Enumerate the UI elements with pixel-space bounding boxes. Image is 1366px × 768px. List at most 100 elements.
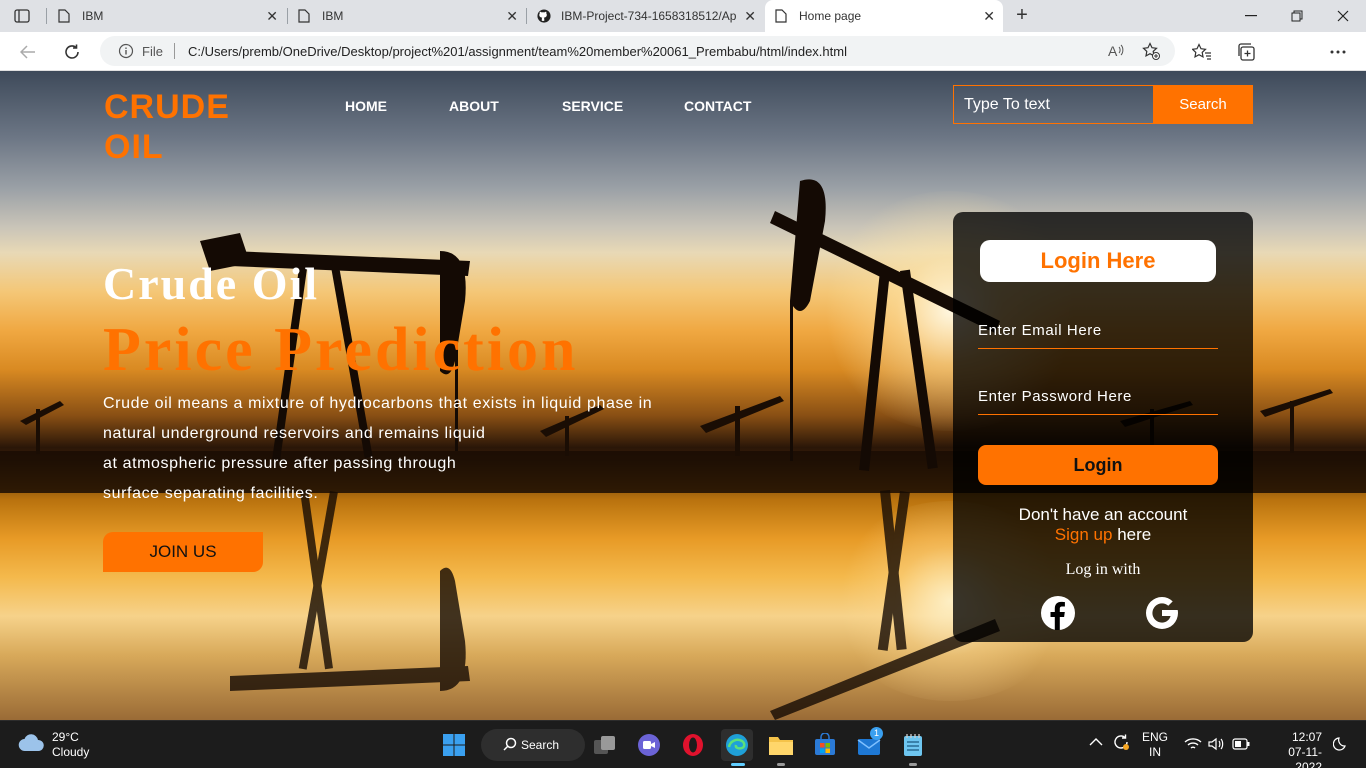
restore-icon[interactable] bbox=[1274, 0, 1320, 32]
update-icon[interactable] bbox=[1112, 733, 1130, 754]
favorites-icon[interactable] bbox=[1191, 41, 1213, 63]
description-line: Crude oil means a mixture of hydrocarbon… bbox=[103, 395, 653, 412]
notepad-icon[interactable] bbox=[897, 729, 929, 761]
facebook-icon[interactable] bbox=[1040, 595, 1076, 631]
store-icon[interactable] bbox=[809, 729, 841, 761]
search-button[interactable]: Search bbox=[1153, 85, 1253, 124]
logo-line-2: OIL bbox=[104, 128, 164, 166]
close-tab-icon[interactable]: ✕ bbox=[744, 9, 756, 23]
language-indicator[interactable]: ENG IN bbox=[1142, 730, 1168, 760]
add-favorite-icon[interactable] bbox=[1142, 42, 1160, 60]
hero-description: Crude oil means a mixture of hydrocarbon… bbox=[103, 389, 652, 509]
close-tab-icon[interactable]: ✕ bbox=[506, 9, 518, 23]
opera-icon[interactable] bbox=[677, 729, 709, 761]
temperature: 29°C bbox=[52, 730, 79, 744]
google-icon[interactable] bbox=[1144, 595, 1180, 631]
read-aloud-icon[interactable]: A bbox=[1107, 42, 1125, 60]
address-scheme: File bbox=[142, 44, 163, 59]
tab-title: IBM bbox=[322, 9, 344, 23]
mail-badge: 1 bbox=[870, 727, 883, 740]
login-heading: Login Here bbox=[980, 240, 1216, 282]
weather-widget[interactable]: 29°C Cloudy bbox=[18, 730, 89, 760]
tab-separator bbox=[46, 8, 47, 24]
minimize-icon[interactable] bbox=[1228, 0, 1274, 32]
region-code: IN bbox=[1149, 745, 1161, 759]
signup-link[interactable]: Sign up bbox=[1055, 525, 1113, 544]
language-code: ENG bbox=[1142, 730, 1169, 744]
clock[interactable]: 12:07 07-11-2022 bbox=[1264, 730, 1322, 768]
join-us-button[interactable]: JOIN US bbox=[103, 532, 263, 572]
email-field[interactable] bbox=[978, 313, 1218, 349]
signup-prompt: Don't have an account Sign up here bbox=[953, 505, 1253, 545]
page-icon bbox=[298, 8, 312, 24]
search-label: Search bbox=[521, 738, 560, 752]
chat-icon[interactable] bbox=[633, 729, 665, 761]
no-account-text: Don't have an account bbox=[1018, 505, 1188, 524]
edge-icon[interactable] bbox=[721, 729, 753, 761]
logo-line-1: CRUDE bbox=[104, 88, 230, 126]
running-indicator bbox=[909, 763, 917, 766]
refresh-icon[interactable] bbox=[60, 40, 84, 64]
search-input[interactable] bbox=[953, 85, 1154, 124]
running-indicator bbox=[777, 763, 785, 766]
back-icon[interactable] bbox=[16, 40, 40, 64]
search-icon bbox=[503, 737, 517, 754]
notification-icon[interactable] bbox=[1332, 736, 1347, 755]
close-tab-icon[interactable]: ✕ bbox=[266, 9, 278, 23]
browser-toolbar: File C:/Users/premb/OneDrive/Desktop/pro… bbox=[0, 32, 1366, 96]
date: 07-11-2022 bbox=[1288, 745, 1322, 768]
address-bar[interactable]: File C:/Users/premb/OneDrive/Desktop/pro… bbox=[100, 36, 1175, 66]
description-line: natural underground reservoirs and remai… bbox=[103, 425, 486, 442]
tab-title: Home page bbox=[799, 9, 862, 23]
browser-tab[interactable]: IBM ✕ bbox=[48, 0, 286, 32]
file-explorer-icon[interactable] bbox=[765, 729, 797, 761]
url-text[interactable]: C:/Users/premb/OneDrive/Desktop/project%… bbox=[188, 44, 847, 59]
hero-title: Crude Oil bbox=[103, 258, 320, 309]
tab-actions-icon[interactable] bbox=[10, 6, 34, 26]
battery-icon[interactable] bbox=[1232, 738, 1250, 753]
browser-tab[interactable]: IBM ✕ bbox=[288, 0, 526, 32]
browser-tab-active[interactable]: Home page ✕ bbox=[765, 0, 1003, 32]
start-icon[interactable] bbox=[438, 729, 470, 761]
page-background: CRUDE OIL HOME ABOUT SERVICE CONTACT Sea… bbox=[0, 71, 1366, 720]
description-line: at atmospheric pressure after passing th… bbox=[103, 455, 457, 472]
hero-subtitle: Price Prediction bbox=[103, 316, 579, 384]
nav-home[interactable]: HOME bbox=[345, 98, 449, 114]
collections-icon[interactable] bbox=[1235, 41, 1257, 63]
mail-icon[interactable]: 1 bbox=[853, 727, 885, 761]
address-separator bbox=[174, 43, 175, 59]
cloud-icon bbox=[18, 733, 44, 757]
time: 12:07 bbox=[1291, 730, 1322, 744]
wifi-icon[interactable] bbox=[1184, 737, 1202, 754]
taskbar-search[interactable]: Search bbox=[481, 729, 585, 761]
browser-tab-bar: IBM ✕ IBM ✕ IBM-Project-734-1658318512/A… bbox=[0, 0, 1366, 32]
nav-contact[interactable]: CONTACT bbox=[684, 98, 764, 114]
more-options-icon[interactable] bbox=[1327, 41, 1349, 63]
close-tab-icon[interactable]: ✕ bbox=[983, 9, 995, 23]
login-with-label: Log in with bbox=[1065, 561, 1141, 578]
volume-icon[interactable] bbox=[1208, 737, 1224, 754]
page-icon bbox=[775, 8, 789, 24]
weather-condition: Cloudy bbox=[52, 745, 90, 759]
main-nav: HOME ABOUT SERVICE CONTACT bbox=[345, 98, 764, 114]
browser-tab[interactable]: IBM-Project-734-1658318512/Ap ✕ bbox=[527, 0, 764, 32]
close-window-icon[interactable] bbox=[1320, 0, 1366, 32]
github-icon bbox=[537, 8, 551, 24]
password-field[interactable] bbox=[978, 379, 1218, 415]
svg-text:A: A bbox=[1108, 43, 1118, 59]
login-button[interactable]: Login bbox=[978, 445, 1218, 485]
new-tab-icon[interactable]: + bbox=[1011, 4, 1033, 26]
nav-about[interactable]: ABOUT bbox=[449, 98, 562, 114]
page-icon bbox=[58, 8, 72, 24]
nav-service[interactable]: SERVICE bbox=[562, 98, 684, 114]
tab-title: IBM bbox=[82, 9, 104, 23]
site-logo[interactable]: CRUDE OIL bbox=[104, 87, 254, 167]
task-view-icon[interactable] bbox=[589, 729, 621, 761]
show-hidden-icons[interactable] bbox=[1089, 736, 1103, 750]
signup-suffix: here bbox=[1117, 525, 1152, 544]
info-icon[interactable] bbox=[118, 43, 134, 64]
login-card: Login Here Login Don't have an account S… bbox=[953, 212, 1253, 642]
description-line: surface separating facilities. bbox=[103, 485, 319, 502]
windows-taskbar: 29°C Cloudy Search 1 ENG IN 12:07 07-11-… bbox=[0, 720, 1366, 768]
edge-running-indicator bbox=[731, 763, 745, 766]
